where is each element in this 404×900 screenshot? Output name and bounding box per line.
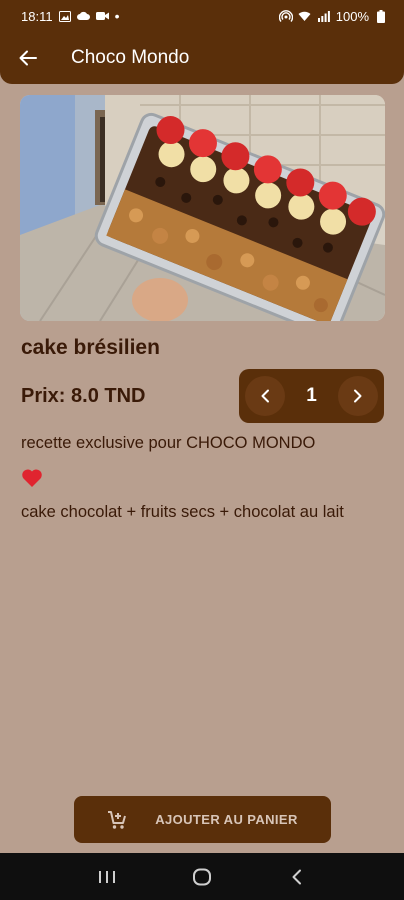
home-button[interactable]	[182, 857, 222, 897]
status-bar: 18:11 • 100%	[0, 0, 404, 32]
add-to-cart-button[interactable]: AJOUTER AU PANIER	[74, 796, 331, 843]
product-name: cake brésilien	[21, 336, 160, 359]
chevron-left-icon	[292, 869, 301, 884]
decrement-button[interactable]	[245, 376, 285, 416]
system-nav-bar	[0, 853, 404, 900]
top-bar: 18:11 • 100% Choco Mondo	[0, 0, 404, 84]
app-bar: Choco Mondo	[0, 36, 404, 80]
app-title: Choco Mondo	[71, 47, 190, 68]
status-time: 18:11	[21, 8, 53, 24]
cloud-icon	[77, 10, 91, 22]
recent-apps-button[interactable]	[87, 857, 127, 897]
arrow-left-icon	[19, 50, 37, 66]
gallery-icon	[58, 10, 72, 22]
battery-percent: 100%	[335, 8, 369, 24]
home-icon	[192, 868, 211, 885]
heart-icon	[21, 461, 386, 495]
description-line-2: cake chocolat + fruits secs + chocolat a…	[21, 503, 344, 521]
recent-apps-icon	[99, 870, 116, 883]
back-button[interactable]	[0, 36, 56, 80]
add-to-cart-label: AJOUTER AU PANIER	[155, 812, 298, 827]
system-back-button[interactable]	[277, 857, 317, 897]
quantity-stepper: 1	[239, 369, 384, 423]
description-line-1: recette exclusive pour CHOCO MONDO	[21, 434, 316, 452]
signal-icon	[317, 10, 331, 22]
video-icon	[96, 10, 110, 22]
increment-button[interactable]	[337, 376, 378, 416]
notification-dot-icon: •	[114, 8, 120, 24]
add-shopping-cart-icon	[108, 810, 127, 829]
wifi-icon	[298, 10, 312, 22]
chevron-left-icon	[261, 389, 269, 403]
chevron-right-icon	[353, 389, 362, 403]
hotspot-icon	[278, 10, 293, 22]
battery-icon	[374, 9, 388, 23]
product-price: Prix: 8.0 TND	[21, 385, 146, 407]
product-description: recette exclusive pour CHOCO MONDO cake …	[21, 426, 386, 530]
product-image	[20, 95, 385, 321]
quantity-value: 1	[306, 385, 317, 406]
